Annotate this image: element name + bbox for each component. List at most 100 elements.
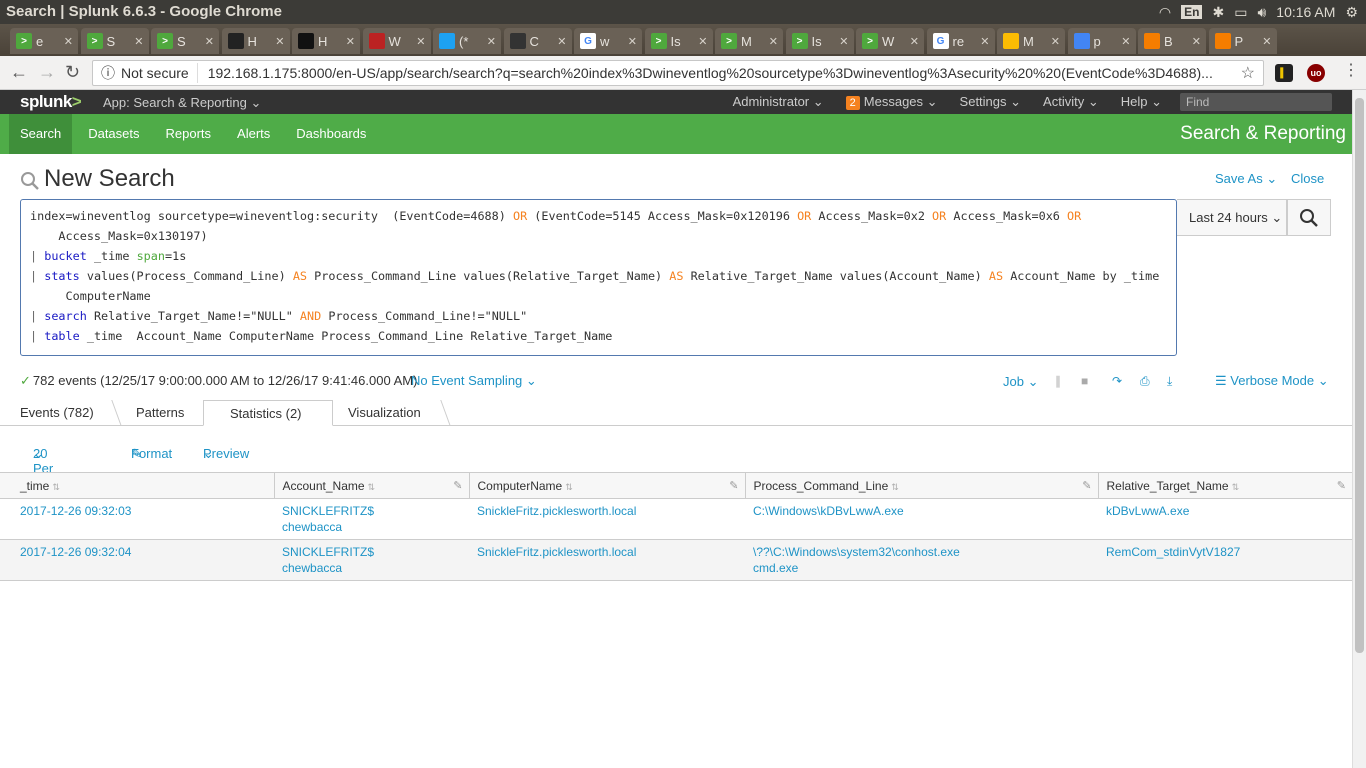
browser-tab[interactable]: C ✕	[503, 28, 572, 54]
close-tab-icon[interactable]: ✕	[628, 35, 637, 48]
column-header-relative-target-name[interactable]: Relative_Target_Name ⇅ ✎	[1098, 472, 1352, 499]
event-sampling-menu[interactable]: No Event Sampling ⌄	[411, 373, 537, 389]
column-header-process-command-line[interactable]: Process_Command_Line ⇅ ✎	[745, 472, 1099, 499]
cell-computer-name[interactable]: SnickleFritz.picklesworth.local	[469, 539, 745, 581]
column-header-account-name[interactable]: Account_Name ⇅ ✎	[274, 472, 470, 499]
nav-reports[interactable]: Reports	[156, 114, 222, 154]
extension-icon[interactable]: ▍	[1275, 64, 1293, 82]
search-query-editor[interactable]: index=wineventlog sourcetype=wineventlog…	[20, 199, 1177, 356]
pause-icon[interactable]: ∥	[1055, 374, 1061, 388]
cell-time[interactable]: 2017-12-26 09:32:04	[0, 539, 274, 581]
clock[interactable]: 10:16 AM	[1276, 4, 1335, 20]
keyboard-language[interactable]: En	[1181, 5, 1203, 19]
close-tab-icon[interactable]: ✕	[1121, 35, 1130, 48]
time-range-picker[interactable]: Last 24 hours ⌄	[1177, 199, 1287, 236]
page-scrollbar[interactable]	[1352, 90, 1366, 768]
nav-dashboards[interactable]: Dashboards	[286, 114, 376, 154]
pencil-icon[interactable]: ✎	[1082, 479, 1091, 492]
close-tab-icon[interactable]: ✕	[205, 35, 214, 48]
find-input[interactable]: Find	[1180, 93, 1332, 111]
browser-tab[interactable]: > S ✕	[151, 28, 219, 54]
cell-relative-target-name[interactable]: RemCom_stdinVytV1827	[1098, 539, 1352, 581]
browser-tab[interactable]: M ✕	[997, 28, 1065, 54]
close-tab-icon[interactable]: ✕	[64, 35, 73, 48]
stop-icon[interactable]: ■	[1081, 374, 1088, 388]
cell-value[interactable]: chewbacca	[282, 519, 461, 535]
tab-patterns[interactable]: Patterns	[136, 400, 184, 426]
cell-value[interactable]: chewbacca	[282, 560, 461, 576]
ublock-icon[interactable]: uo	[1307, 64, 1325, 82]
close-tab-icon[interactable]: ✕	[346, 35, 355, 48]
tab-events[interactable]: Events (782)	[20, 400, 94, 426]
pencil-icon[interactable]: ✎	[1337, 479, 1346, 492]
app-menu[interactable]: App: Search & Reporting ⌄	[103, 95, 261, 111]
save-as-menu[interactable]: Save As ⌄	[1215, 171, 1277, 187]
close-tab-icon[interactable]: ✕	[698, 35, 707, 48]
browser-tab[interactable]: P ✕	[1208, 28, 1277, 54]
close-tab-icon[interactable]: ✕	[769, 35, 778, 48]
messages-menu[interactable]: 2 Messages ⌄	[845, 94, 938, 110]
browser-tab[interactable]: H ✕	[221, 28, 290, 54]
close-tab-icon[interactable]: ✕	[275, 35, 284, 48]
per-page-menu[interactable]: 20 Per Page ⌄	[33, 446, 63, 491]
settings-gear-icon[interactable]: ⚙	[1345, 4, 1358, 21]
address-bar[interactable]: ⓘ Not secure 192.168.1.175:8000/en-US/app…	[92, 60, 1264, 86]
cell-value[interactable]: cmd.exe	[753, 560, 1090, 576]
close-tab-icon[interactable]: ✕	[980, 35, 989, 48]
splunk-logo[interactable]: splunk>	[20, 92, 82, 112]
tab-statistics[interactable]: Statistics (2)	[203, 400, 333, 426]
browser-tab[interactable]: > e ✕	[10, 28, 78, 54]
browser-tab[interactable]: > M ✕	[715, 28, 783, 54]
reload-icon[interactable]: ↻	[65, 62, 80, 83]
close-tab-icon[interactable]: ✕	[1051, 35, 1060, 48]
battery-icon[interactable]: ▭	[1234, 4, 1247, 21]
wifi-icon[interactable]: ◠	[1159, 4, 1171, 21]
close-tab-icon[interactable]: ✕	[134, 35, 143, 48]
cell-value[interactable]: SNICKLEFRITZ$	[282, 503, 461, 519]
browser-tab[interactable]: > Is ✕	[644, 28, 713, 54]
close-link[interactable]: Close	[1291, 171, 1324, 186]
search-mode-menu[interactable]: ☰ Verbose Mode ⌄	[1215, 373, 1329, 389]
scrollbar-thumb[interactable]	[1355, 98, 1364, 653]
user-menu[interactable]: Administrator ⌄	[733, 94, 824, 110]
cell-relative-target-name[interactable]: kDBvLwwA.exe	[1098, 498, 1352, 540]
cell-time[interactable]: 2017-12-26 09:32:03	[0, 498, 274, 540]
url-text[interactable]: 192.168.1.175:8000/en-US/app/search/sear…	[198, 65, 1213, 81]
close-tab-icon[interactable]: ✕	[910, 35, 919, 48]
pencil-icon[interactable]: ✎	[729, 479, 738, 492]
browser-tab[interactable]: Gre ✕	[926, 28, 995, 54]
close-tab-icon[interactable]: ✕	[487, 35, 496, 48]
browser-tab[interactable]: > Is ✕	[785, 28, 854, 54]
close-tab-icon[interactable]: ✕	[1262, 35, 1271, 48]
bluetooth-icon[interactable]: ✱	[1212, 4, 1224, 21]
print-icon[interactable]: ⎙	[1140, 374, 1150, 389]
share-icon[interactable]: ↷	[1112, 374, 1122, 388]
search-button[interactable]	[1287, 199, 1331, 236]
cell-value[interactable]: C:\Windows\kDBvLwwA.exe	[753, 503, 1090, 519]
menu-icon[interactable]: ⋮	[1343, 60, 1359, 80]
column-header-time[interactable]: _time ⇅	[0, 472, 275, 499]
browser-tab[interactable]: Gw ✕	[574, 28, 642, 54]
browser-tab[interactable]: W ✕	[362, 28, 431, 54]
job-menu[interactable]: Job ⌄	[1003, 374, 1038, 390]
close-tab-icon[interactable]: ✕	[416, 35, 425, 48]
close-tab-icon[interactable]: ✕	[557, 35, 566, 48]
close-tab-icon[interactable]: ✕	[1192, 35, 1201, 48]
browser-tab[interactable]: B ✕	[1138, 28, 1206, 54]
browser-tab[interactable]: (* ✕	[433, 28, 501, 54]
close-tab-icon[interactable]: ✕	[839, 35, 848, 48]
pencil-icon[interactable]: ✎	[453, 479, 462, 492]
nav-search[interactable]: Search	[9, 114, 73, 154]
export-icon[interactable]: ⤓	[1167, 374, 1172, 389]
bookmark-star-icon[interactable]: ☆	[1241, 63, 1263, 83]
cell-computer-name[interactable]: SnickleFritz.picklesworth.local	[469, 498, 745, 540]
nav-datasets[interactable]: Datasets	[78, 114, 149, 154]
cell-value[interactable]: \??\C:\Windows\system32\conhost.exe	[753, 544, 1090, 560]
back-arrow-icon[interactable]: ←	[10, 62, 28, 83]
security-indicator[interactable]: ⓘ Not secure	[93, 63, 198, 83]
settings-menu[interactable]: Settings ⌄	[960, 94, 1022, 110]
activity-menu[interactable]: Activity ⌄	[1043, 94, 1099, 110]
preview-menu[interactable]: Preview ⌄	[203, 446, 249, 462]
help-menu[interactable]: Help ⌄	[1121, 94, 1162, 110]
cell-value[interactable]: SNICKLEFRITZ$	[282, 544, 461, 560]
